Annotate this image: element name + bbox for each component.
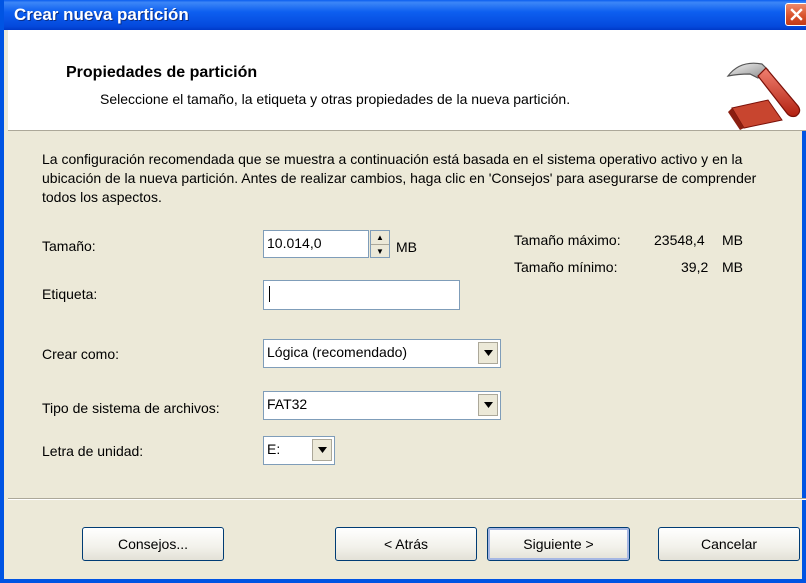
close-button[interactable] — [785, 3, 806, 26]
size-spinner[interactable]: ▲ ▼ — [370, 230, 390, 258]
back-button[interactable]: < Atrás — [335, 527, 477, 561]
hammer-icon — [726, 62, 801, 130]
tips-button[interactable]: Consejos... — [82, 527, 224, 561]
min-size-value: 39,2 — [681, 259, 709, 275]
drive-letter-value: E: — [267, 441, 281, 457]
drive-letter-select[interactable]: E: — [263, 436, 335, 465]
chevron-down-icon[interactable] — [312, 439, 332, 461]
close-icon — [790, 8, 803, 21]
size-unit: MB — [396, 239, 417, 255]
min-size-label: Tamaño mínimo: — [514, 259, 618, 275]
chevron-down-icon[interactable] — [478, 342, 498, 364]
intro-text: La configuración recomendada que se mues… — [42, 151, 757, 205]
drive-letter-label: Letra de unidad: — [42, 443, 144, 459]
header-description: Seleccione el tamaño, la etiqueta y otra… — [100, 91, 571, 107]
size-label: Tamaño: — [42, 238, 96, 254]
create-as-label: Crear como: — [42, 346, 120, 362]
label-field-label: Etiqueta: — [42, 286, 98, 302]
header-title: Propiedades de partición — [66, 64, 258, 81]
next-button[interactable]: Siguiente > — [487, 527, 630, 561]
chevron-down-icon[interactable] — [478, 394, 498, 416]
footer-separator — [8, 498, 806, 500]
create-as-select[interactable]: Lógica (recomendado) — [263, 339, 501, 368]
max-size-unit: MB — [722, 232, 743, 248]
fs-type-value: FAT32 — [267, 396, 308, 412]
max-size-value: 23548,4 — [654, 232, 705, 248]
max-size-label: Tamaño máximo: — [514, 232, 621, 248]
text-cursor — [269, 286, 270, 303]
dialog-window: Crear nueva partición Propiedades de par… — [0, 0, 806, 583]
title-bar[interactable]: Crear nueva partición — [4, 0, 806, 30]
spin-down-icon[interactable]: ▼ — [371, 245, 389, 258]
spin-up-icon[interactable]: ▲ — [371, 231, 389, 245]
cancel-button[interactable]: Cancelar — [658, 527, 800, 561]
fs-type-label: Tipo de sistema de archivos: — [42, 400, 220, 416]
create-as-value: Lógica (recomendado) — [267, 344, 408, 360]
wizard-header: Propiedades de partición Seleccione el t… — [8, 30, 806, 131]
size-input[interactable]: 10.014,0 — [263, 230, 369, 258]
window-title: Crear nueva partición — [14, 5, 189, 24]
fs-type-select[interactable]: FAT32 — [263, 391, 501, 420]
min-size-unit: MB — [722, 259, 743, 275]
label-input[interactable] — [263, 280, 460, 310]
